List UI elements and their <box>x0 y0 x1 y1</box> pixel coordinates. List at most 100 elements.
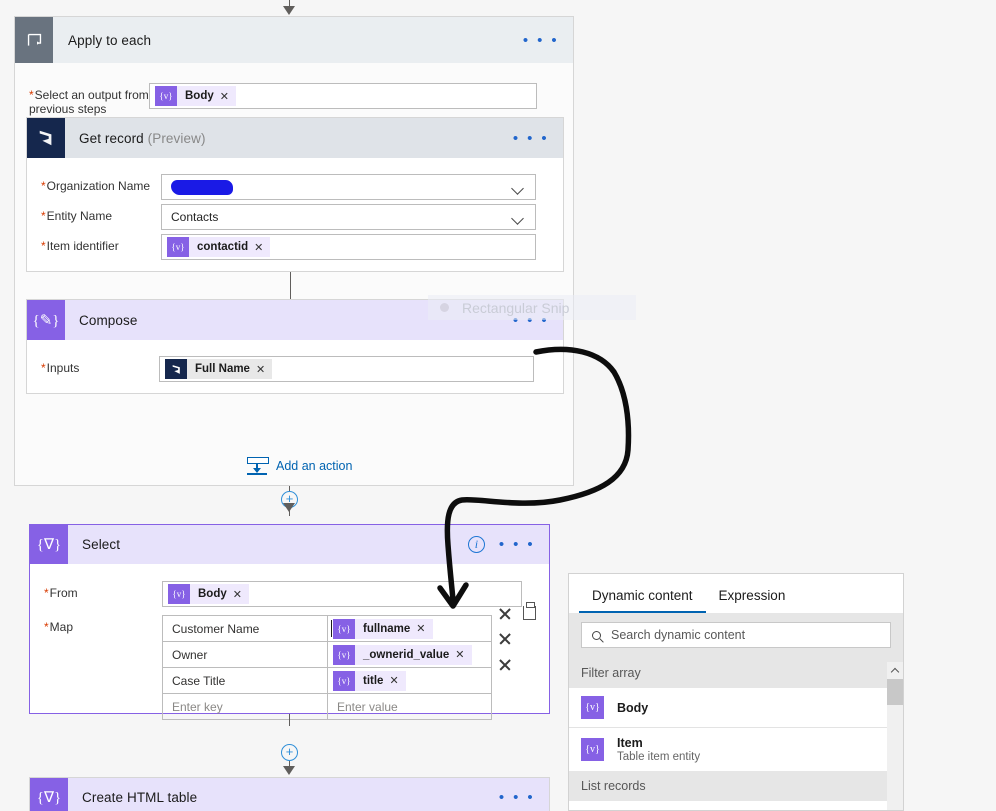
info-icon[interactable]: i <box>467 536 485 553</box>
delete-row-icon[interactable] <box>498 632 511 645</box>
select-map-label: *Map <box>44 620 74 634</box>
token-remove-icon[interactable]: ✕ <box>455 648 471 661</box>
scroll-up-button[interactable] <box>887 662 903 679</box>
map-value-input[interactable]: {v} title ✕ <box>328 668 491 693</box>
apply-to-each-header[interactable]: Apply to each • • • <box>15 17 573 63</box>
map-row-actions-3 <box>498 658 511 671</box>
delete-row-icon[interactable] <box>498 607 511 620</box>
compose-card[interactable]: {✎} Compose • • • *Inputs Full Name ✕ <box>26 299 564 394</box>
required-asterisk: * <box>41 179 46 193</box>
get-record-title: Get record (Preview) <box>79 130 206 146</box>
compose-inputs-label: *Inputs <box>41 361 80 375</box>
compose-menu-button[interactable]: • • • <box>513 312 563 329</box>
map-row-actions-1 <box>498 602 536 620</box>
map-value-input[interactable]: {v} fullname ✕ <box>328 616 491 641</box>
compose-inputs-row: *Inputs Full Name ✕ <box>27 356 563 382</box>
compose-header[interactable]: {✎} Compose • • • <box>27 300 563 340</box>
token-label: Body <box>185 90 214 102</box>
token-badge-icon: {v} <box>333 644 355 665</box>
map-row[interactable]: Owner {v} _ownerid_value ✕ <box>163 642 491 668</box>
token-body[interactable]: {v} Body ✕ <box>155 86 236 106</box>
dynamic-content-item[interactable]: {v} Item Table item entity <box>569 727 903 771</box>
create-html-table-menu-button[interactable]: • • • <box>499 789 549 806</box>
token-body[interactable]: {v} Body ✕ <box>168 584 249 604</box>
create-html-table-glyph: {∇} <box>36 789 62 806</box>
map-table: Customer Name {v} fullname ✕ Owner {v} _owneri… <box>162 615 492 720</box>
token-badge-icon: {v} <box>155 86 177 106</box>
token-contactid[interactable]: {v} contactid ✕ <box>167 237 271 257</box>
insert-step-button-2[interactable]: + <box>281 744 298 761</box>
token-remove-icon[interactable]: ✕ <box>416 622 432 635</box>
item-identifier-field[interactable]: {v} contactid ✕ <box>161 234 536 260</box>
token-remove-icon[interactable]: ✕ <box>233 588 249 601</box>
get-record-menu-button[interactable]: • • • <box>513 130 563 147</box>
apply-to-each-output-field[interactable]: {v} Body ✕ <box>149 83 537 109</box>
token-remove-icon[interactable]: ✕ <box>256 363 272 376</box>
item-identifier-row: *Item identifier {v} contactid ✕ <box>27 234 563 260</box>
map-key-input-empty[interactable]: Enter key <box>163 694 328 719</box>
redacted-organization-value <box>171 179 233 195</box>
compose-icon: {✎} <box>27 300 65 340</box>
organization-name-label: *Organization Name <box>41 179 151 193</box>
map-key-input[interactable]: Case Title <box>163 668 328 693</box>
required-asterisk: * <box>44 620 49 634</box>
map-value-input-empty[interactable]: Enter value <box>328 694 491 719</box>
map-row[interactable]: Customer Name {v} fullname ✕ <box>163 616 491 642</box>
apply-to-each-card[interactable]: Apply to each • • • *Select an output fr… <box>14 16 574 486</box>
tab-dynamic-content[interactable]: Dynamic content <box>579 574 706 613</box>
scrollbar-thumb[interactable] <box>887 679 903 705</box>
create-html-table-header[interactable]: {∇} Create HTML table • • • <box>30 778 549 811</box>
add-an-action-label: Add an action <box>276 459 353 473</box>
dynamic-content-item-name: Item <box>617 736 643 750</box>
map-row-actions-2 <box>498 632 511 645</box>
delete-row-icon[interactable] <box>498 658 511 671</box>
select-header[interactable]: {∇} Select i • • • <box>30 525 549 564</box>
required-asterisk: * <box>41 361 46 375</box>
token-_ownerid_value[interactable]: {v} _ownerid_value ✕ <box>333 644 472 665</box>
dynamic-content-item[interactable]: {v} Body <box>569 688 903 727</box>
map-key-input[interactable]: Customer Name <box>163 616 328 641</box>
token-title[interactable]: {v} title ✕ <box>333 670 406 691</box>
dynamic-content-panel[interactable]: Dynamic content Expression Search dynamic… <box>568 573 904 811</box>
select-menu-button[interactable]: • • • <box>499 536 549 553</box>
entity-name-dropdown[interactable]: Contacts <box>161 204 536 230</box>
token-full-name[interactable]: Full Name ✕ <box>165 359 273 379</box>
compose-inputs-field[interactable]: Full Name ✕ <box>159 356 534 382</box>
dynamic-content-tabs: Dynamic content Expression <box>569 574 903 613</box>
select-card[interactable]: {∇} Select i • • • *From {v} Body ✕ *Map <box>29 524 550 720</box>
token-label: Full Name <box>195 363 250 375</box>
clipboard-icon[interactable] <box>523 602 536 620</box>
token-label: _ownerid_value <box>363 648 450 661</box>
tab-expression[interactable]: Expression <box>706 574 799 613</box>
dynamic-content-group-header: List records <box>569 771 903 801</box>
create-html-table-card[interactable]: {∇} Create HTML table • • • <box>29 777 550 811</box>
dynamic-content-item-text: Item Table item entity <box>617 736 700 763</box>
dynamic-content-list: Filter array {v} Body {v} Item Table item ent… <box>569 658 903 801</box>
add-an-action-button[interactable]: Add an action <box>247 457 352 475</box>
token-remove-icon[interactable]: ✕ <box>254 241 270 254</box>
select-from-field[interactable]: {v} Body ✕ <box>162 581 522 607</box>
get-record-header[interactable]: Get record (Preview) • • • <box>27 118 563 158</box>
get-record-preview-tag: (Preview) <box>147 130 206 146</box>
dynamic-content-item-name: Body <box>617 700 649 715</box>
search-dynamic-content-input[interactable]: Search dynamic content <box>581 622 891 648</box>
token-remove-icon[interactable]: ✕ <box>389 674 405 687</box>
apply-to-each-title: Apply to each <box>68 32 152 48</box>
organization-name-dropdown[interactable] <box>161 174 536 200</box>
map-row[interactable]: Case Title {v} title ✕ <box>163 668 491 694</box>
token-remove-icon[interactable]: ✕ <box>220 90 236 103</box>
loop-icon <box>15 17 53 63</box>
map-value-input[interactable]: {v} _ownerid_value ✕ <box>328 642 491 667</box>
apply-to-each-menu-button[interactable]: • • • <box>523 32 573 49</box>
compose-glyph: {✎} <box>32 312 60 329</box>
connector-top-arrowhead <box>283 6 295 15</box>
token-fullname[interactable]: {v} fullname ✕ <box>333 618 433 639</box>
map-row-empty[interactable]: Enter key Enter value <box>163 694 491 720</box>
select-glyph: {∇} <box>36 537 62 553</box>
map-key-input[interactable]: Owner <box>163 642 328 667</box>
get-record-card[interactable]: Get record (Preview) • • • *Organization… <box>26 117 564 272</box>
token-badge-icon: {v} <box>167 237 189 257</box>
connector-createtable-arrowhead <box>283 766 295 775</box>
dynamic-content-scrollbar[interactable] <box>887 662 903 810</box>
token-badge-icon: {v} <box>581 738 604 761</box>
